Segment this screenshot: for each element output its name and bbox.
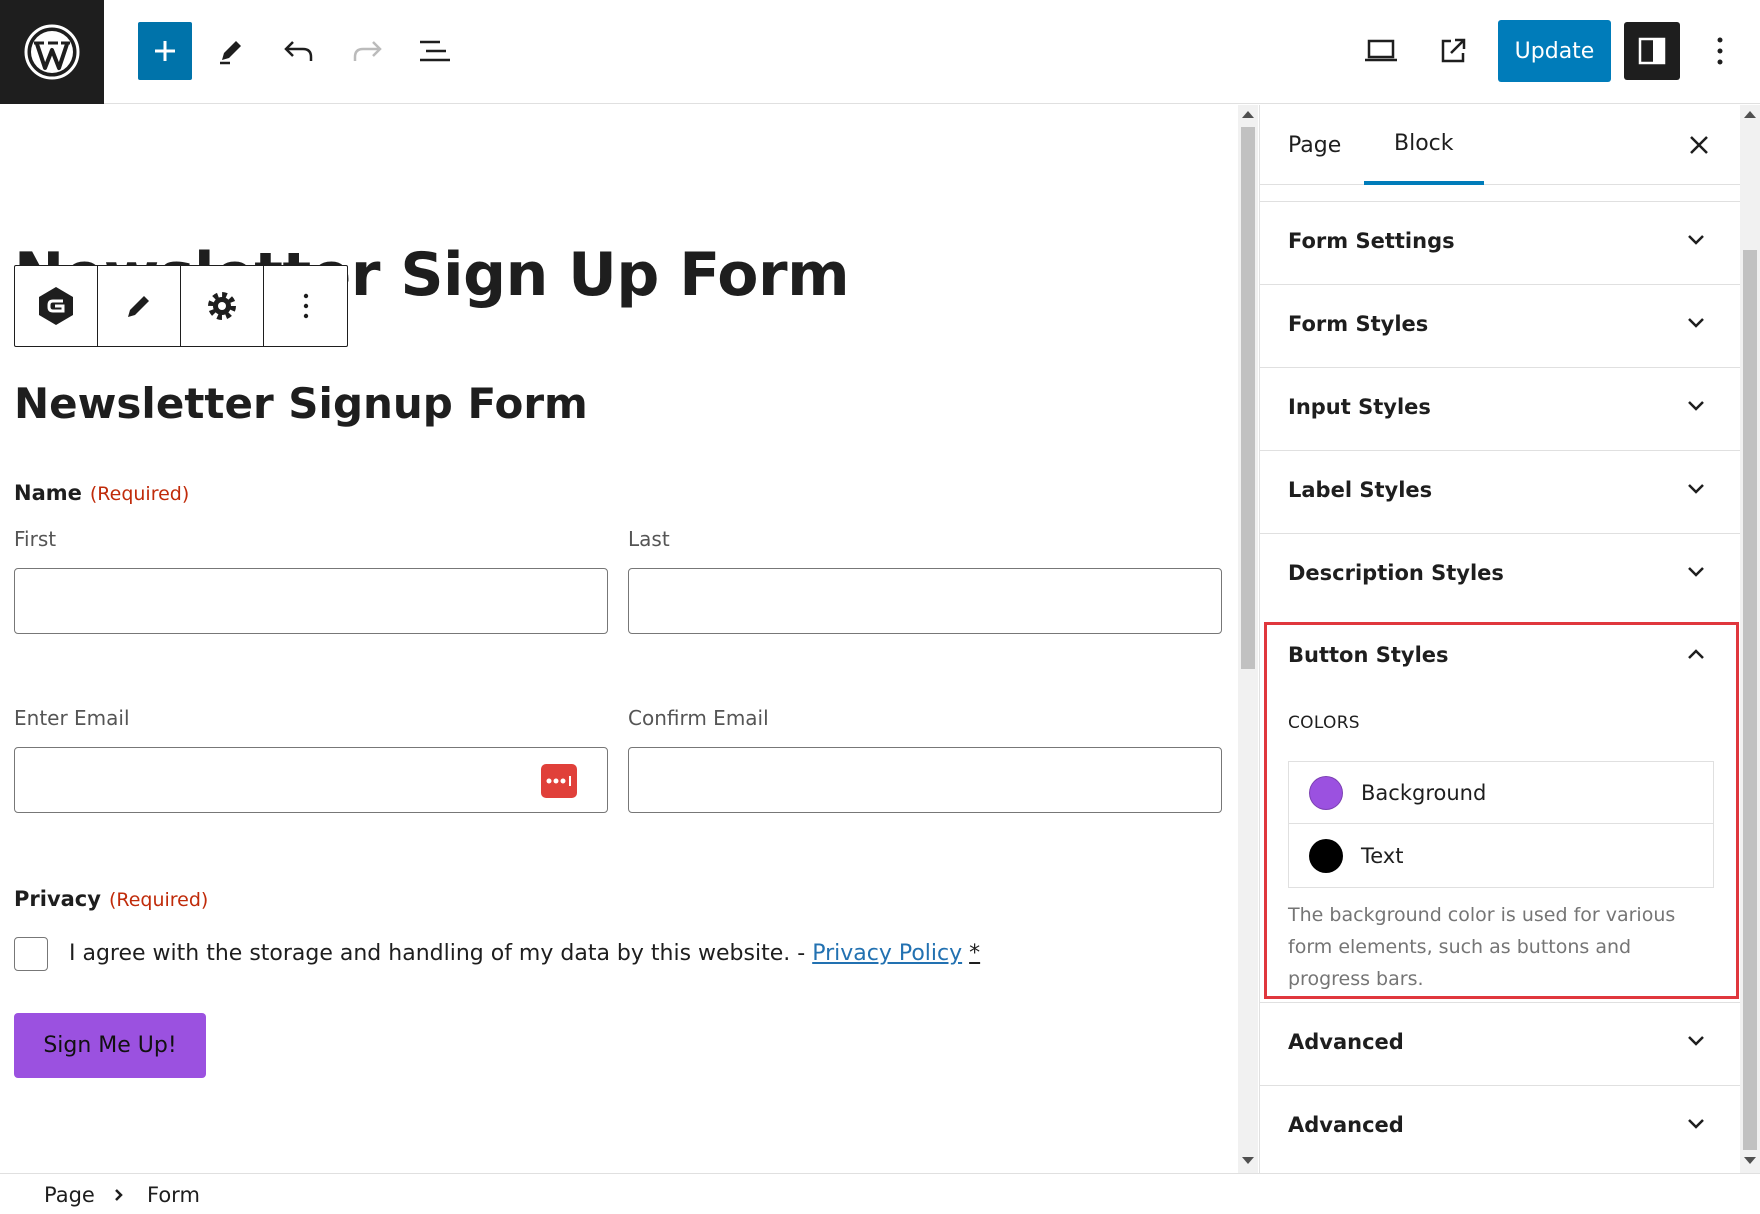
gear-icon [208, 292, 236, 320]
edit-button[interactable] [98, 266, 181, 346]
block-toolbar [14, 265, 348, 347]
scroll-down-icon[interactable] [1242, 1157, 1254, 1164]
panel-title: Form Styles [1288, 312, 1429, 336]
form-title: Newsletter Signup Form [14, 379, 588, 428]
block-options-button[interactable] [264, 266, 347, 346]
first-name-label: First [14, 527, 57, 551]
confirm-email-input[interactable] [628, 747, 1222, 813]
more-vertical-icon [303, 293, 308, 319]
undo-icon [284, 41, 313, 61]
tools-button[interactable] [204, 22, 258, 80]
external-link-icon [1441, 38, 1466, 63]
panel-advanced[interactable]: Advanced [1260, 1002, 1740, 1086]
panel-title: Advanced [1288, 1030, 1404, 1054]
scroll-up-icon[interactable] [1242, 111, 1254, 118]
gravity-forms-icon [39, 287, 73, 325]
privacy-checkbox[interactable] [14, 937, 48, 971]
chevron-down-icon [1688, 567, 1704, 577]
settings-toggle-button[interactable] [1624, 22, 1680, 80]
required-indicator: (Required) [89, 483, 190, 505]
breadcrumb-item-page[interactable]: Page [44, 1183, 95, 1207]
email-label: Enter Email [14, 706, 130, 730]
last-name-input[interactable] [628, 568, 1222, 634]
panel-form-settings[interactable]: Form Settings [1260, 201, 1740, 285]
preview-button[interactable] [1354, 22, 1408, 80]
chevron-down-icon [1688, 484, 1704, 494]
chevron-down-icon [1688, 318, 1704, 328]
confirm-email-label: Confirm Email [628, 706, 769, 730]
tab-block[interactable]: Block [1364, 105, 1484, 185]
redo-button[interactable] [340, 22, 394, 80]
scroll-up-icon[interactable] [1744, 111, 1756, 118]
breadcrumb: Page Form [0, 1173, 1760, 1214]
first-name-input[interactable] [14, 568, 608, 634]
button-styles-highlight [1264, 622, 1739, 999]
panel-advanced-2[interactable]: Advanced [1260, 1085, 1740, 1169]
close-sidebar-button[interactable] [1683, 129, 1715, 161]
required-indicator: (Required) [108, 889, 209, 911]
editor-toolbar: Update [0, 0, 1760, 104]
chevron-down-icon [1688, 235, 1704, 245]
document-overview-button[interactable] [408, 22, 462, 80]
pencil-icon [220, 41, 241, 65]
view-page-button[interactable] [1426, 22, 1480, 80]
canvas-scroll-thumb[interactable] [1241, 127, 1255, 669]
wordpress-logo-icon[interactable] [0, 0, 104, 104]
panel-title: Label Styles [1288, 478, 1433, 502]
close-icon [1690, 136, 1708, 154]
sidebar-scrollbar[interactable] [1740, 105, 1760, 1173]
consent-text: I agree with the storage and handling of… [69, 941, 980, 966]
email-input[interactable] [14, 747, 608, 813]
options-button[interactable] [1696, 22, 1744, 80]
last-name-label: Last [628, 527, 670, 551]
panel-title: Advanced [1288, 1113, 1404, 1137]
more-vertical-icon [1717, 37, 1723, 65]
sidebar-scroll-thumb[interactable] [1743, 250, 1757, 1150]
settings-sidebar: Page Block Form Settings Form Styles Inp… [1259, 105, 1740, 1173]
update-button[interactable]: Update [1498, 20, 1611, 82]
sidebar-icon [1638, 37, 1666, 65]
name-field-label: Name (Required) [14, 481, 189, 505]
scroll-down-icon[interactable] [1744, 1157, 1756, 1164]
chevron-right-icon [115, 1189, 123, 1201]
list-view-icon [420, 40, 450, 62]
panel-title: Input Styles [1288, 395, 1431, 419]
required-asterisk: * [969, 941, 981, 966]
privacy-field-label: Privacy (Required) [14, 887, 208, 911]
panel-label-styles[interactable]: Label Styles [1260, 450, 1740, 534]
pencil-icon [128, 296, 149, 317]
panel-title: Description Styles [1288, 561, 1504, 585]
name-label-text: Name [14, 481, 82, 505]
chevron-down-icon [1688, 1119, 1704, 1129]
breadcrumb-item-form[interactable]: Form [147, 1183, 200, 1207]
panel-title: Form Settings [1288, 229, 1455, 253]
plus-icon [155, 41, 175, 61]
chevron-down-icon [1688, 1036, 1704, 1046]
add-block-button[interactable] [138, 22, 192, 80]
undo-button[interactable] [272, 22, 326, 80]
consent-label: I agree with the storage and handling of… [69, 941, 813, 966]
desktop-icon [1365, 39, 1397, 62]
canvas-scrollbar[interactable] [1238, 105, 1258, 1173]
password-manager-icon[interactable] [541, 764, 577, 798]
block-type-button[interactable] [15, 266, 98, 346]
editor-canvas: Newsletter Sign Up Form Newsletter Signu… [0, 105, 1238, 1173]
panel-description-styles[interactable]: Description Styles [1260, 533, 1740, 617]
privacy-policy-link[interactable]: Privacy Policy [812, 941, 962, 966]
panel-input-styles[interactable]: Input Styles [1260, 367, 1740, 451]
tab-page[interactable]: Page [1288, 105, 1341, 185]
redo-icon [353, 41, 382, 61]
panel-form-styles[interactable]: Form Styles [1260, 284, 1740, 368]
chevron-down-icon [1688, 401, 1704, 411]
submit-button[interactable]: Sign Me Up! [14, 1013, 206, 1078]
privacy-label-text: Privacy [14, 887, 101, 911]
block-settings-button[interactable] [181, 266, 264, 346]
sidebar-tabs: Page Block [1260, 105, 1740, 185]
